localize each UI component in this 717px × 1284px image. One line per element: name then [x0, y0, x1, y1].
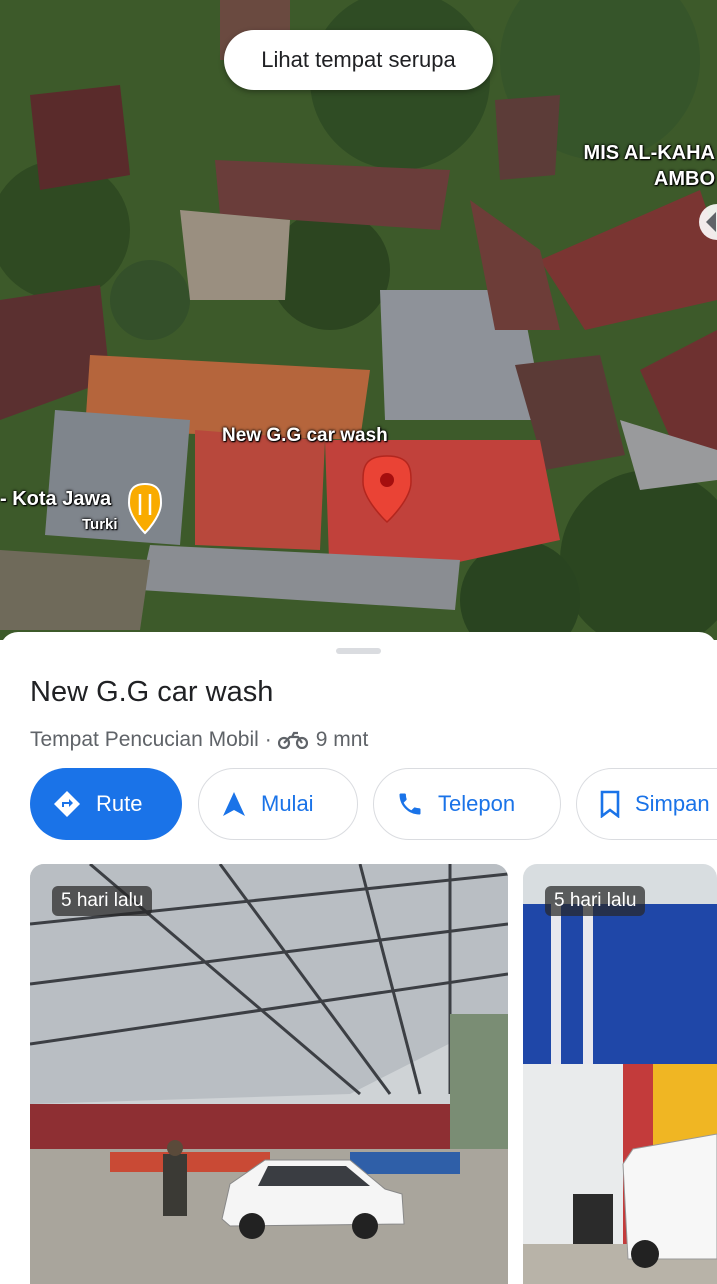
subtitle-separator: · — [264, 728, 272, 751]
place-title: New G.G car wash — [30, 676, 274, 708]
place-pin-label[interactable]: New G.G car wash — [222, 425, 388, 447]
route-button[interactable]: Rute — [30, 768, 182, 840]
place-subtitle: Tempat Pencucian Mobil · 9 mnt — [30, 728, 368, 752]
place-photo[interactable]: 5 hari lalu — [30, 864, 508, 1284]
school-label-line1: MIS AL-KAHA — [583, 142, 715, 164]
navigation-arrow-icon — [221, 790, 247, 818]
start-button[interactable]: Mulai — [198, 768, 358, 840]
carwash-interior-photo — [30, 864, 508, 1284]
similar-places-label: Lihat tempat serupa — [261, 47, 456, 72]
satellite-imagery — [0, 0, 717, 640]
phone-icon — [396, 790, 424, 818]
call-button[interactable]: Telepon — [373, 768, 561, 840]
place-photo[interactable]: 5 hari lalu — [523, 864, 717, 1284]
satellite-map[interactable]: Lihat tempat serupa MIS AL-KAHA AMBO New… — [0, 0, 717, 640]
call-label: Telepon — [438, 791, 516, 816]
restaurant-sub-label: Turki — [82, 516, 118, 533]
save-button[interactable]: Simpan — [576, 768, 717, 840]
motorcycle-icon — [277, 731, 308, 749]
photo-age-badge: 5 hari lalu — [545, 886, 646, 916]
carwash-bay-photo — [523, 864, 717, 1284]
directions-icon — [52, 789, 82, 819]
route-label: Rute — [96, 791, 143, 816]
start-label: Mulai — [261, 791, 314, 816]
similar-places-chip[interactable]: Lihat tempat serupa — [224, 30, 493, 90]
white-car-rear — [622, 1133, 717, 1268]
restaurant-label[interactable]: - Kota Jawa — [0, 488, 111, 511]
travel-time: 9 mnt — [315, 728, 369, 751]
bookmark-icon — [599, 790, 621, 818]
drag-handle[interactable] — [336, 648, 381, 654]
place-category: Tempat Pencucian Mobil — [30, 728, 259, 751]
school-label[interactable]: MIS AL-KAHA AMBO — [584, 140, 715, 192]
save-label: Simpan — [635, 791, 710, 816]
photo-age-badge: 5 hari lalu — [52, 886, 153, 916]
school-label-line2: AMBO — [653, 168, 715, 190]
place-details-sheet[interactable]: New G.G car wash Tempat Pencucian Mobil … — [0, 632, 717, 1284]
